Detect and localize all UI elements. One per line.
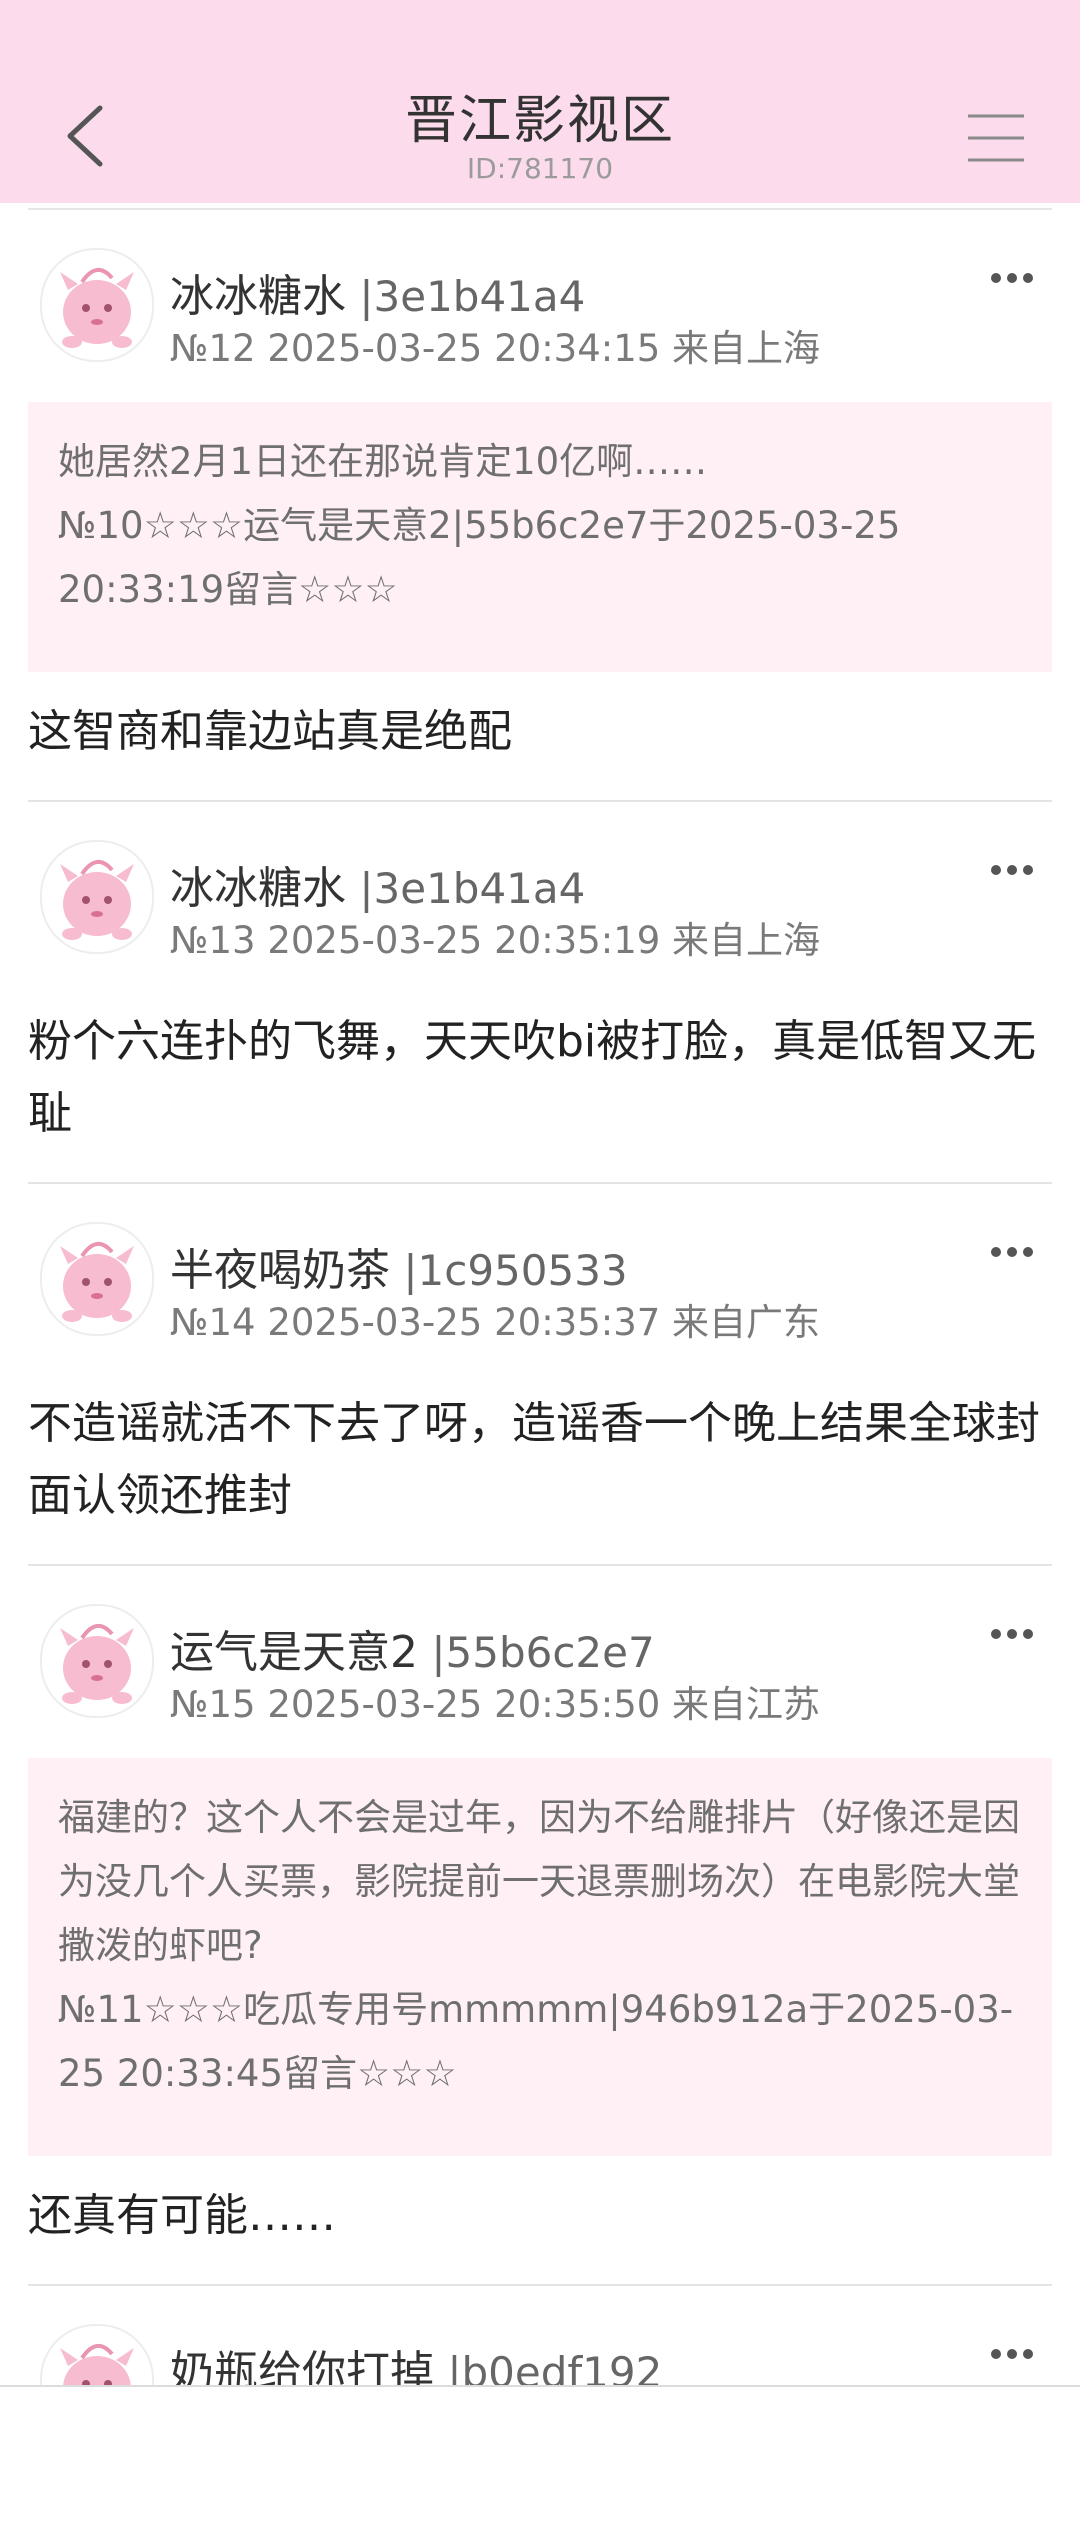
menu-button[interactable] [964,112,1028,164]
pink-creature-avatar-icon [60,860,134,940]
more-dots-icon [991,865,1033,875]
hamburger-menu-icon [968,114,1024,162]
post-item: 运气是天意2 |55b6c2e7 №15 2025-03-25 20:35:50… [28,1566,1052,2286]
user-id: |55b6c2e7 [418,1628,655,1677]
username[interactable]: 冰冰糖水 |3e1b41a4 [170,852,585,916]
more-options-button[interactable] [988,268,1036,288]
username[interactable]: 半夜喝奶茶 |1c950533 [170,1234,628,1298]
avatar[interactable] [40,1222,154,1336]
quote-reference: №11☆☆☆吃瓜专用号mmmmm|946b912a于2025-03-25 20:… [58,1988,1014,2095]
more-dots-icon [991,2349,1033,2359]
quote-text: 福建的？这个人不会是过年，因为不给雕排片（好像还是因为没几个人买票，影院提前一天… [58,1796,1020,1967]
username[interactable]: 冰冰糖水 |3e1b41a4 [170,260,585,324]
quote-reference: №10☆☆☆运气是天意2|55b6c2e7于2025-03-25 20:33:1… [58,504,901,611]
more-options-button[interactable] [988,2344,1036,2364]
post-meta: №12 2025-03-25 20:34:15 来自上海 [170,327,821,370]
page-title: 晋江影视区 [404,91,675,151]
post-content: 这智商和靠边站真是绝配 [28,706,512,757]
avatar[interactable] [40,840,154,954]
user-id: |1c950533 [390,1246,628,1295]
quote-text: 她居然2月1日还在那说肯定10亿啊…… [58,440,708,483]
top-bar: 晋江影视区 ID:781170 [0,0,1080,203]
post-item: 冰冰糖水 |3e1b41a4 №12 2025-03-25 20:34:15 来… [28,210,1052,802]
more-dots-icon [991,273,1033,283]
pink-creature-avatar-icon [60,1624,134,1704]
quoted-reply: 福建的？这个人不会是过年，因为不给雕排片（好像还是因为没几个人买票，影院提前一天… [28,1758,1052,2156]
post-content: 还真有可能…… [28,2190,336,2241]
user-id: |3e1b41a4 [346,272,586,321]
user-id: |3e1b41a4 [346,864,586,913]
bottom-bar [0,2385,1080,2522]
post-meta: №14 2025-03-25 20:35:37 来自广东 [170,1301,821,1344]
avatar[interactable] [40,1604,154,1718]
more-options-button[interactable] [988,1242,1036,1262]
username[interactable]: 运气是天意2 |55b6c2e7 [170,1616,655,1680]
post-item: 半夜喝奶茶 |1c950533 №14 2025-03-25 20:35:37 … [28,1184,1052,1566]
pink-creature-avatar-icon [60,268,134,348]
more-dots-icon [991,1629,1033,1639]
post-content: 不造谣就活不下去了呀，造谣香一个晚上结果全球封面认领还推封 [28,1398,1040,1521]
post-list: 冰冰糖水 |3e1b41a4 №12 2025-03-25 20:34:15 来… [0,210,1080,2466]
post-item: 冰冰糖水 |3e1b41a4 №13 2025-03-25 20:35:19 来… [28,802,1052,1184]
post-meta: №15 2025-03-25 20:35:50 来自江苏 [170,1683,821,1726]
post-meta: №13 2025-03-25 20:35:19 来自上海 [170,919,821,962]
quoted-reply: 她居然2月1日还在那说肯定10亿啊…… №10☆☆☆运气是天意2|55b6c2e… [28,402,1052,672]
more-dots-icon [991,1247,1033,1257]
avatar[interactable] [40,248,154,362]
board-id: ID:781170 [466,152,614,185]
post-content: 粉个六连扑的飞舞，天天吹bi被打脸，真是低智又无耻 [28,1016,1037,1139]
pink-creature-avatar-icon [60,1242,134,1322]
more-options-button[interactable] [988,1624,1036,1644]
more-options-button[interactable] [988,860,1036,880]
